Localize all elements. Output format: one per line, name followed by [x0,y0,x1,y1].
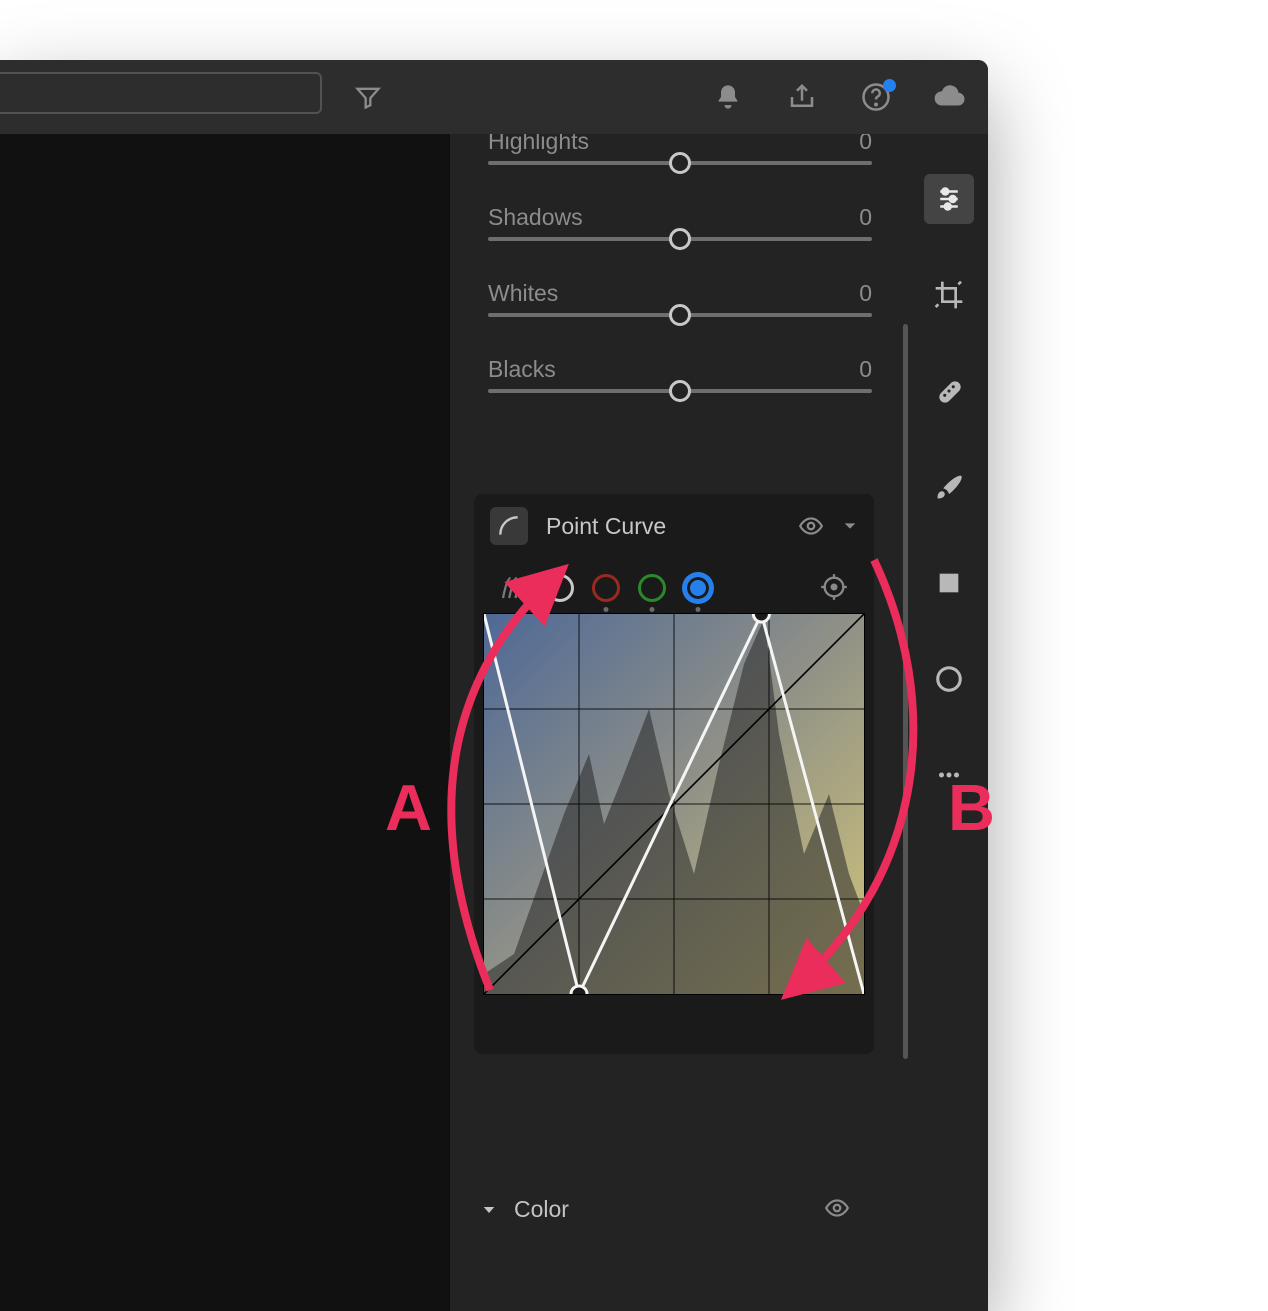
slider-value[interactable]: 0 [859,280,872,307]
app-window: Highlights 0 Shadows 0 Whites 0 Blacks 0 [0,60,988,1311]
tool-crop[interactable] [924,270,974,320]
slider-value[interactable]: 0 [859,204,872,231]
tool-linear-gradient[interactable] [924,558,974,608]
share-icon[interactable] [782,77,822,117]
edit-panel: Highlights 0 Shadows 0 Whites 0 Blacks 0 [450,134,910,1311]
parametric-curve-icon[interactable] [498,573,528,603]
section-label: Color [514,1196,569,1223]
slider-thumb[interactable] [669,152,691,174]
slider-track[interactable] [488,389,872,393]
help-icon[interactable] [856,77,896,117]
curve-menu-icon[interactable] [842,518,858,534]
tool-edit[interactable] [924,174,974,224]
channel-green[interactable] [638,574,666,602]
tool-brush[interactable] [924,462,974,512]
channel-red[interactable] [592,574,620,602]
section-color[interactable]: Color [480,1196,850,1223]
slider-value[interactable]: 0 [859,356,872,383]
slider-track[interactable] [488,161,872,165]
top-bar [0,60,988,134]
filter-button[interactable] [336,60,400,134]
slider-value[interactable]: 0 [859,134,872,155]
slider-thumb[interactable] [669,380,691,402]
notifications-icon[interactable] [708,77,748,117]
panel-scrollbar[interactable] [903,324,908,1059]
slider-shadows: Shadows 0 [488,204,872,231]
slider-label: Highlights [488,134,589,154]
slider-thumb[interactable] [669,304,691,326]
slider-label: Blacks [488,356,556,382]
curve-editor[interactable] [484,614,864,994]
curve-mode-toggle[interactable] [490,507,528,545]
help-notification-dot [883,79,896,92]
curve-point[interactable] [571,986,587,994]
channel-rgb[interactable] [546,574,574,602]
slider-whites: Whites 0 [488,280,872,307]
cloud-sync-icon[interactable] [930,77,970,117]
tool-rail [910,134,988,1311]
curve-visibility-icon[interactable] [798,513,824,539]
curve-channel-row [498,568,850,608]
section-visibility-icon[interactable] [824,1195,850,1221]
tool-more[interactable] [924,750,974,800]
search-input[interactable] [0,72,322,114]
chevron-down-icon [480,1201,498,1219]
channel-blue[interactable] [684,574,712,602]
point-curve-title: Point Curve [546,513,780,540]
slider-track[interactable] [488,313,872,317]
tool-heal[interactable] [924,366,974,416]
slider-thumb[interactable] [669,228,691,250]
slider-blacks: Blacks 0 [488,356,872,383]
curve-point[interactable] [753,614,769,622]
slider-track[interactable] [488,237,872,241]
point-curve-panel: Point Curve [474,494,874,1054]
slider-label: Whites [488,280,558,306]
slider-label: Shadows [488,204,583,230]
slider-highlights: Highlights 0 [488,134,872,155]
image-canvas[interactable] [0,134,450,1311]
tool-radial-gradient[interactable] [924,654,974,704]
targeted-adjust-icon[interactable] [820,573,850,603]
